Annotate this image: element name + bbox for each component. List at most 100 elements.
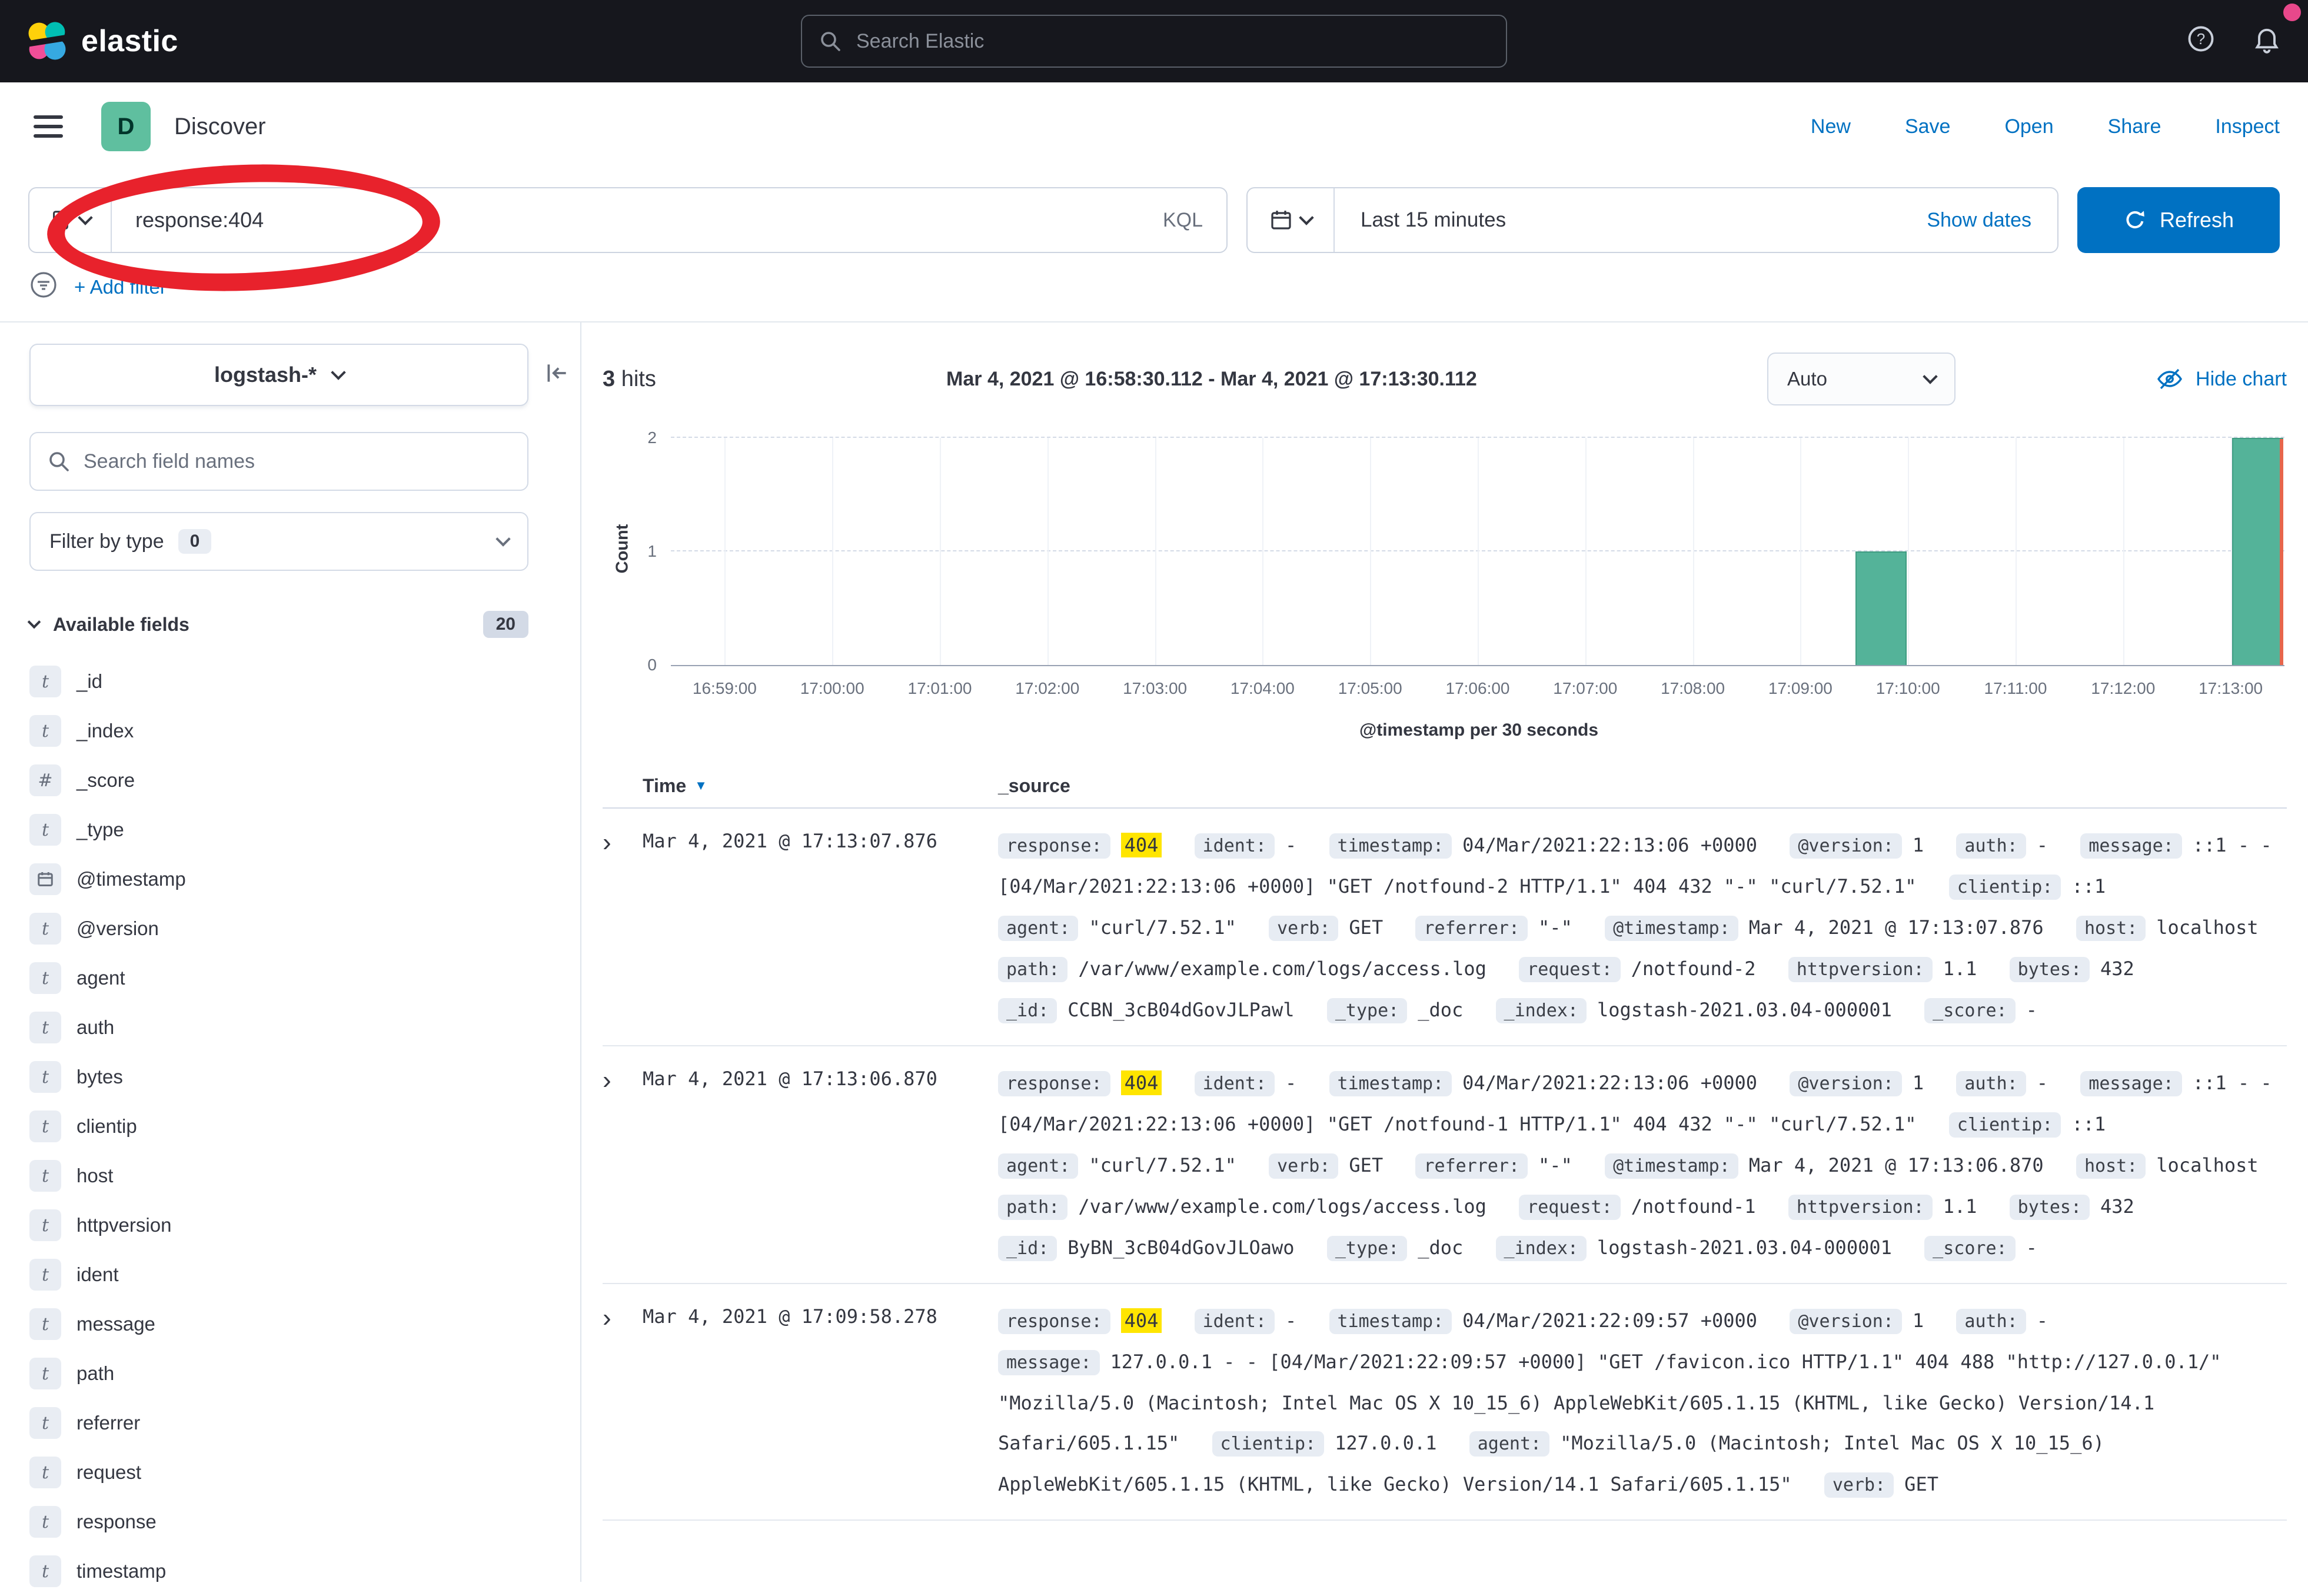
date-quick-select-button[interactable] [1248, 188, 1335, 252]
search-icon [819, 29, 842, 53]
help-icon[interactable]: ? [2186, 24, 2216, 59]
appbar-action-share[interactable]: Share [2108, 115, 2161, 138]
field-item[interactable]: t@version [29, 904, 580, 953]
current-time-marker [2280, 439, 2283, 665]
table-row: ›Mar 4, 2021 @ 17:09:58.278response:404 … [603, 1284, 2287, 1521]
field-value: 1 [1913, 1309, 1924, 1332]
field-badge: _id: [998, 998, 1057, 1023]
filter-manage-icon[interactable] [28, 270, 59, 305]
field-item[interactable]: tclientip [29, 1102, 580, 1151]
field-value: - [2037, 834, 2048, 856]
gridline [1478, 438, 1479, 665]
field-badge: ident: [1195, 1309, 1275, 1334]
field-item[interactable]: t_id [29, 657, 580, 706]
global-search-input[interactable] [856, 30, 1489, 53]
filter-bar: + Add filter [0, 265, 2308, 322]
field-item[interactable]: tresponse [29, 1497, 580, 1547]
filter-by-type-dropdown[interactable]: Filter by type 0 [29, 512, 528, 571]
field-type-string-icon: t [29, 1506, 61, 1538]
chevron-down-icon [1299, 210, 1313, 225]
interval-select[interactable]: Auto [1767, 353, 1956, 405]
appbar-action-new[interactable]: New [1811, 115, 1851, 138]
time-column-header[interactable]: Time▼ [643, 775, 998, 797]
field-item[interactable]: tbytes [29, 1052, 580, 1102]
saved-query-icon [49, 209, 72, 231]
query-language-button[interactable]: KQL [1139, 209, 1226, 232]
chevron-down-icon [1923, 369, 1937, 384]
field-search[interactable] [29, 432, 528, 491]
field-value: GET [1904, 1473, 1938, 1495]
field-item[interactable]: tident [29, 1250, 580, 1299]
field-item[interactable]: thttpversion [29, 1201, 580, 1250]
notifications-icon[interactable] [2252, 24, 2282, 59]
table-header: Time▼ _source [603, 764, 2287, 809]
field-value: ByBN_3cB04dGovJLOawo [1067, 1236, 1294, 1259]
field-item[interactable]: t_type [29, 805, 580, 854]
search-icon [47, 450, 71, 473]
appbar-action-inspect[interactable]: Inspect [2215, 115, 2280, 138]
x-tick-label: 17:12:00 [2091, 679, 2155, 698]
histogram-bar[interactable] [2232, 438, 2283, 665]
field-badge: _id: [998, 1236, 1057, 1261]
expand-row-icon[interactable]: › [603, 1301, 643, 1336]
available-fields-toggle[interactable]: Available fields 20 [29, 611, 528, 638]
field-badge: path: [998, 957, 1067, 982]
field-value: - [2037, 1309, 2048, 1332]
field-item[interactable]: thost [29, 1151, 580, 1201]
field-value: ::1 [2071, 875, 2106, 897]
field-item[interactable]: ttimestamp [29, 1547, 580, 1596]
histogram-plot-area[interactable]: 01216:59:0017:00:0017:01:0017:02:0017:03… [671, 438, 2284, 666]
global-search[interactable] [801, 15, 1507, 68]
field-item[interactable]: tmessage [29, 1299, 580, 1349]
field-item[interactable]: t_index [29, 706, 580, 756]
field-badge: response: [998, 833, 1110, 859]
elastic-logo-icon [26, 20, 68, 62]
y-tick-label: 0 [647, 656, 657, 674]
field-badge: verb: [1824, 1472, 1894, 1498]
appbar-action-open[interactable]: Open [2004, 115, 2053, 138]
field-name: path [77, 1362, 114, 1385]
field-item[interactable]: @timestamp [29, 854, 580, 904]
field-item[interactable]: tauth [29, 1003, 580, 1052]
eye-slash-icon [2156, 365, 2184, 393]
expand-row-icon[interactable]: › [603, 825, 643, 860]
type-filter-count-badge: 0 [178, 529, 212, 554]
y-tick-label: 2 [647, 428, 657, 447]
histogram-bar[interactable] [1855, 551, 1907, 665]
hide-chart-button[interactable]: Hide chart [2156, 365, 2287, 393]
x-tick-label: 17:10:00 [1876, 679, 1940, 698]
field-item[interactable]: tpath [29, 1349, 580, 1398]
x-axis-label: @timestamp per 30 seconds [671, 720, 2287, 740]
highlighted-value: 404 [1121, 1308, 1162, 1333]
index-pattern-switcher[interactable]: logstash-* [29, 344, 528, 406]
kql-query-input[interactable] [112, 208, 1139, 232]
gridline [2123, 438, 2124, 665]
appbar-action-save[interactable]: Save [1905, 115, 1951, 138]
add-filter-button[interactable]: + Add filter [74, 276, 167, 298]
field-type-string-icon: t [29, 1457, 61, 1488]
content: logstash-* Filter by type 0 A [0, 322, 2308, 1582]
field-badge: response: [998, 1309, 1110, 1334]
field-item[interactable]: treferrer [29, 1398, 580, 1448]
time-range-value[interactable]: Last 15 minutes [1335, 208, 1506, 232]
field-badge: httpversion: [1788, 957, 1933, 982]
field-list: t_idt_index#_scoret_type@timestampt@vers… [29, 657, 580, 1596]
collapse-sidebar-icon[interactable] [544, 360, 571, 391]
field-badge: @version: [1790, 1309, 1902, 1334]
field-badge: _score: [1924, 1236, 2015, 1261]
field-search-input[interactable] [84, 450, 511, 473]
field-item[interactable]: #_score [29, 756, 580, 805]
refresh-button[interactable]: Refresh [2077, 187, 2280, 253]
saved-query-menu-button[interactable] [29, 188, 112, 252]
field-item[interactable]: tagent [29, 953, 580, 1003]
field-badge: agent: [998, 916, 1078, 941]
show-dates-link[interactable]: Show dates [1927, 209, 2057, 232]
elastic-logo[interactable]: elastic [26, 20, 178, 62]
field-name: ident [77, 1264, 119, 1286]
x-tick-label: 17:06:00 [1446, 679, 1510, 698]
field-value: /var/www/example.com/logs/access.log [1078, 957, 1486, 980]
field-item[interactable]: trequest [29, 1448, 580, 1497]
menu-icon[interactable] [28, 107, 68, 147]
field-value: /notfound-1 [1631, 1195, 1756, 1218]
expand-row-icon[interactable]: › [603, 1063, 643, 1098]
